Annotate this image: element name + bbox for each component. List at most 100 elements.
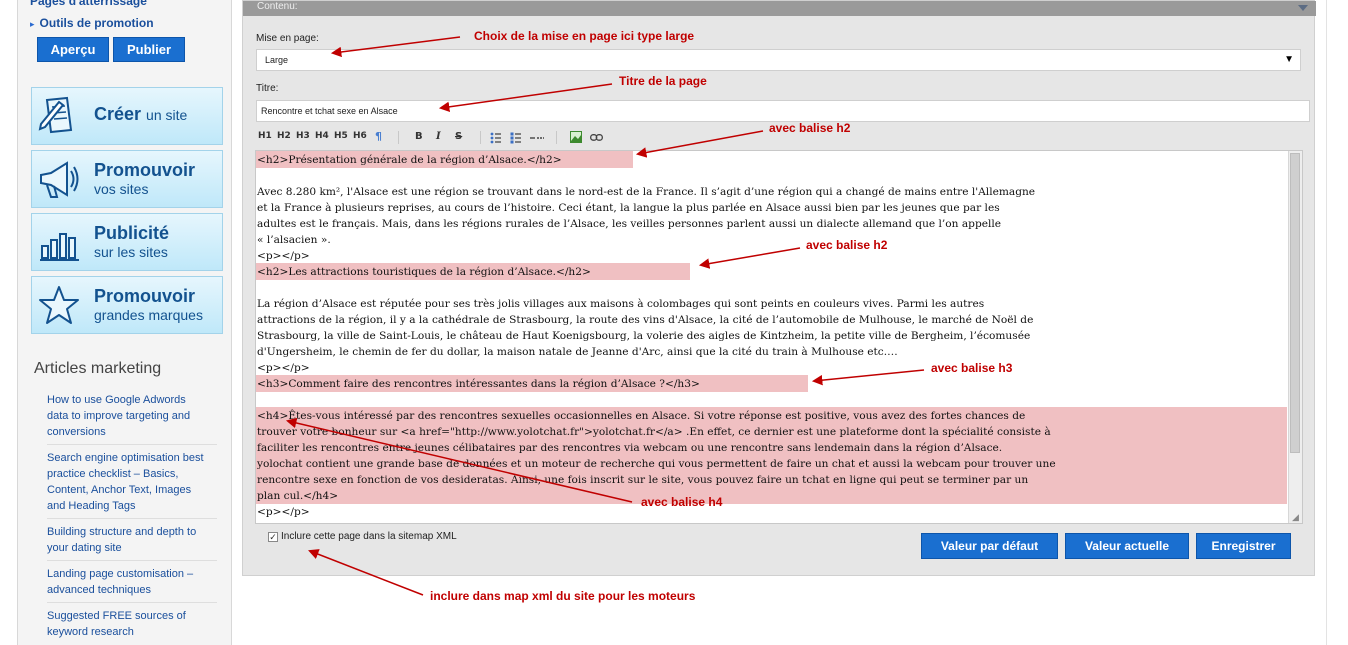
editor-line: trouver votre bonheur sur <a href="http:… (257, 426, 1051, 438)
h6-button[interactable]: H6 (353, 131, 367, 141)
tile-title: Créer (94, 104, 142, 124)
publish-button[interactable]: Publier (113, 37, 185, 62)
editor-scrollbar-thumb[interactable] (1290, 153, 1300, 453)
panel-header[interactable]: Contenu: (243, 1, 1316, 16)
editor-line: <p></p> (257, 506, 310, 518)
editor-line: d'Ungersheim, le chemin de fer du dollar… (257, 346, 898, 358)
editor-line: attractions de la région, il y a la cath… (257, 314, 1034, 326)
bar-chart-icon (40, 233, 79, 261)
layout-select-value: Large (265, 55, 289, 65)
layout-select[interactable]: Large ▼ (256, 49, 1301, 71)
toolbar-separator (556, 131, 557, 144)
editor-line: <h3>Comment faire des rencontres intéres… (257, 378, 700, 390)
annotation-layout: Choix de la mise en page ici type large (474, 29, 695, 43)
editor-line: <h4>Êtes-vous intéressé par des rencontr… (257, 410, 1026, 422)
star-icon (39, 286, 79, 324)
editor-line: « l’alsacien ». (257, 234, 331, 246)
h4-button[interactable]: H4 (315, 131, 329, 141)
bold-button[interactable]: B (415, 131, 423, 142)
tile-title: Promouvoir (94, 286, 196, 306)
image-icon[interactable] (570, 131, 582, 143)
megaphone-icon (40, 161, 79, 198)
article-link[interactable]: Building structure and depth to your dat… (47, 524, 217, 556)
numbered-list-icon[interactable] (510, 132, 522, 144)
article-link-line: your dating site (47, 542, 122, 554)
h3-button[interactable]: H3 (296, 131, 310, 141)
italic-button[interactable]: I (436, 131, 441, 142)
divider (47, 560, 217, 561)
title-label: Titre: (256, 83, 279, 94)
paragraph-button[interactable]: ¶ (375, 130, 382, 143)
article-link[interactable]: How to use Google Adwords data to improv… (47, 392, 217, 440)
divider (47, 602, 217, 603)
sitemap-label: Inclure cette page dans la sitemap XML (281, 531, 457, 542)
annotation-sitemap: inclure dans map xml du site pour les mo… (430, 589, 696, 603)
editor-line: Strasbourg, la ville de Saint-Louis, le … (257, 330, 1031, 342)
screenshot-stage: Pages d'atterrissage ▸ Outils de promotio… (0, 0, 1348, 645)
preview-button[interactable]: Aperçu (37, 37, 109, 62)
toolbar-separator (480, 131, 481, 144)
save-button[interactable]: Enregistrer (1196, 533, 1291, 559)
articles-section-title: Articles marketing (34, 360, 162, 377)
current-value-button[interactable]: Valeur actuelle (1065, 533, 1189, 559)
annotation-title: Titre de la page (619, 74, 707, 88)
editor-line: <h2>Les attractions touristiques de la r… (257, 266, 591, 278)
article-link-line: data to improve targeting and (47, 410, 191, 422)
annotation-h3: avec balise h3 (931, 361, 1013, 375)
article-link[interactable]: Landing page customisation – advanced te… (47, 566, 217, 598)
tile-advertising[interactable]: Publicité sur les sites (31, 213, 223, 271)
h5-button[interactable]: H5 (334, 131, 348, 141)
article-link-line: Suggested FREE sources of (47, 610, 186, 622)
article-link-line: Content, Anchor Text, Images (47, 484, 192, 496)
sitemap-checkbox[interactable]: ✓ (268, 532, 278, 542)
sidebar-link-landing-pages[interactable]: Pages d'atterrissage (30, 0, 147, 8)
editor-line: <p></p> (257, 250, 310, 262)
resize-handle-icon[interactable]: ◢ (1292, 512, 1299, 523)
h2-button[interactable]: H2 (277, 131, 291, 141)
default-value-button[interactable]: Valeur par défaut (921, 533, 1058, 559)
tile-title: Promouvoir (94, 160, 196, 180)
editor-line: La région d’Alsace est réputée pour ses … (257, 298, 985, 310)
link-icon[interactable] (590, 133, 603, 142)
tile-subtitle: vos sites (94, 181, 149, 197)
article-link-line: Search engine optimisation best (47, 452, 204, 464)
article-link-line: practice checklist – Basics, (47, 468, 179, 480)
article-link-line: and Heading Tags (47, 500, 136, 512)
horizontal-rule-icon[interactable] (530, 132, 544, 144)
editor-line: adultes est le français. Mais, dans les … (257, 218, 1002, 230)
editor-line: rencontre sexe en fonction de vos deside… (257, 474, 1029, 486)
article-link-line: Landing page customisation – (47, 568, 194, 580)
tile-promote-brands[interactable]: Promouvoir grandes marques (31, 276, 223, 334)
tile-promote-sites[interactable]: Promouvoir vos sites (31, 150, 223, 208)
bullet-list-icon[interactable] (490, 132, 502, 144)
article-link[interactable]: Suggested FREE sources of keyword resear… (47, 608, 217, 640)
page-edge (1326, 0, 1327, 645)
editor-line: Avec 8.280 km², l'Alsace est une région … (257, 186, 1036, 198)
tile-title: Publicité (94, 223, 170, 243)
editor-line: <p></p> (257, 362, 310, 374)
h1-button[interactable]: H1 (258, 131, 272, 141)
article-link-line: conversions (47, 426, 106, 438)
article-link-line: advanced techniques (47, 584, 151, 596)
article-link[interactable]: Search engine optimisation best practice… (47, 450, 217, 514)
article-link-line: Building structure and depth to (47, 526, 197, 538)
layout-label: Mise en page: (256, 33, 319, 44)
annotation-h4: avec balise h4 (641, 495, 723, 509)
divider (47, 518, 217, 519)
article-link-line: keyword research (47, 626, 134, 638)
tile-subtitle: sur les sites (94, 244, 168, 260)
editor-line: faciliter les rencontres entre jeunes cé… (257, 442, 1003, 454)
document-pencil-icon (38, 96, 73, 134)
editor-line: <h2>Présentation générale de la région d… (257, 154, 562, 166)
dropdown-arrow-icon: ▼ (1284, 54, 1294, 65)
strike-button[interactable]: S (455, 131, 462, 142)
article-link-line: How to use Google Adwords (47, 394, 186, 406)
divider (47, 444, 217, 445)
panel-header-label: Contenu: (257, 1, 298, 12)
toolbar-separator (398, 131, 399, 144)
sidebar-link-promo-tools[interactable]: ▸ Outils de promotion (30, 16, 154, 30)
title-input[interactable]: Rencontre et tchat sexe en Alsace (256, 100, 1310, 122)
sitemap-option[interactable]: ✓ Inclure cette page dans la sitemap XML (268, 531, 457, 542)
chevron-down-icon[interactable] (1298, 5, 1308, 11)
tile-create-site[interactable]: Créer un site (31, 87, 223, 145)
